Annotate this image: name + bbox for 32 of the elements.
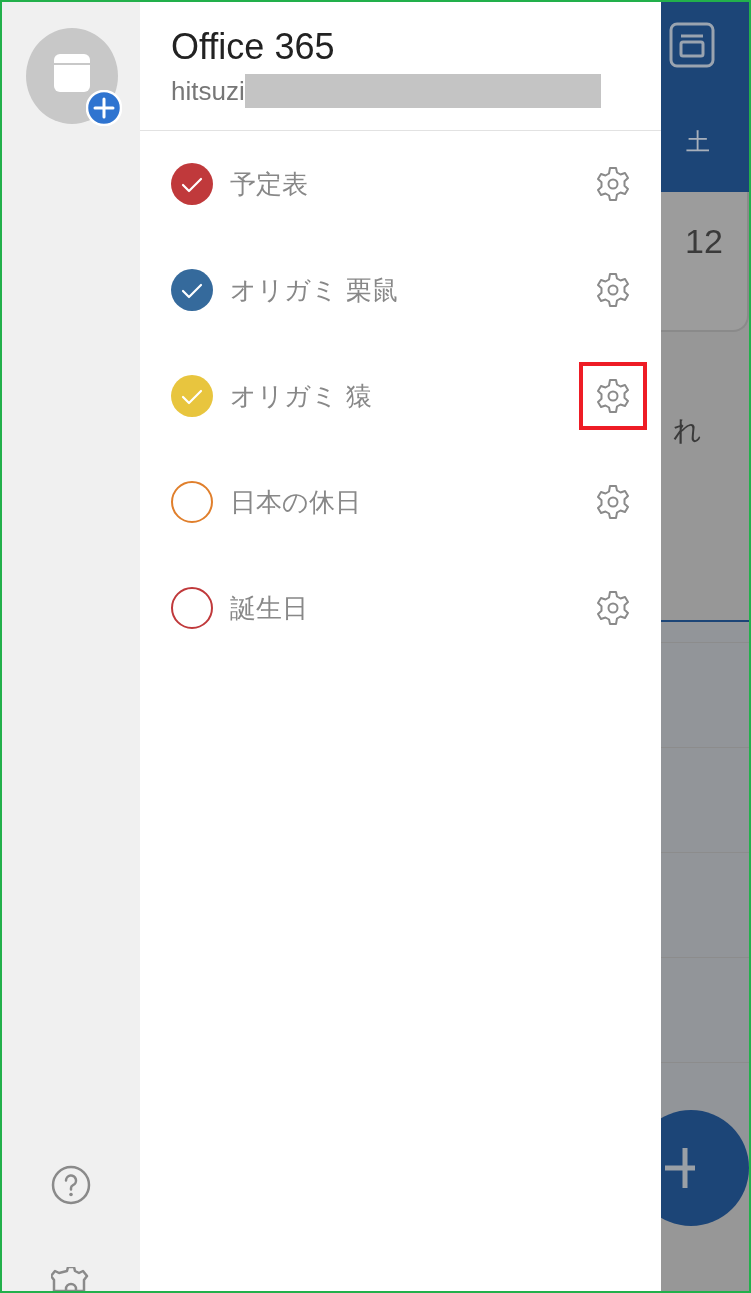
- calendar-item[interactable]: オリガミ 猿: [140, 343, 661, 449]
- add-button[interactable]: [661, 1108, 749, 1228]
- settings-icon[interactable]: [595, 378, 631, 414]
- help-icon[interactable]: [51, 1165, 91, 1205]
- calendar-item[interactable]: 予定表: [140, 131, 661, 237]
- date-number: 12: [685, 222, 723, 262]
- event-text: れ: [673, 413, 703, 449]
- calendar-checkbox[interactable]: [170, 374, 214, 418]
- calendar-icon[interactable]: [669, 22, 715, 68]
- calendar-icon: [54, 54, 90, 92]
- calendar-checkbox[interactable]: [170, 480, 214, 524]
- calendar-checkbox[interactable]: [170, 586, 214, 630]
- account-email: hitsuzi: [171, 75, 245, 108]
- settings-icon[interactable]: [595, 590, 631, 626]
- calendar-checkbox[interactable]: [170, 268, 214, 312]
- calendar-name: 日本の休日: [230, 485, 362, 519]
- calendar-name: オリガミ 猿: [230, 379, 374, 413]
- settings-icon[interactable]: [595, 166, 631, 202]
- calendar-name: 予定表: [230, 167, 309, 201]
- weekday-label: 土: [686, 127, 710, 158]
- settings-icon[interactable]: [51, 1267, 91, 1291]
- calendar-name: 誕生日: [230, 591, 309, 625]
- settings-icon[interactable]: [595, 272, 631, 308]
- calendar-item[interactable]: 誕生日: [140, 555, 661, 661]
- date-card[interactable]: 12: [661, 192, 749, 332]
- calendar-item[interactable]: オリガミ 栗鼠: [140, 237, 661, 343]
- calendar-checkbox[interactable]: [170, 162, 214, 206]
- settings-icon[interactable]: [595, 484, 631, 520]
- calendar-item[interactable]: 日本の休日: [140, 449, 661, 555]
- add-badge-icon[interactable]: [86, 90, 122, 126]
- account-title: Office 365: [171, 26, 336, 68]
- calendar-name: オリガミ 栗鼠: [230, 273, 400, 307]
